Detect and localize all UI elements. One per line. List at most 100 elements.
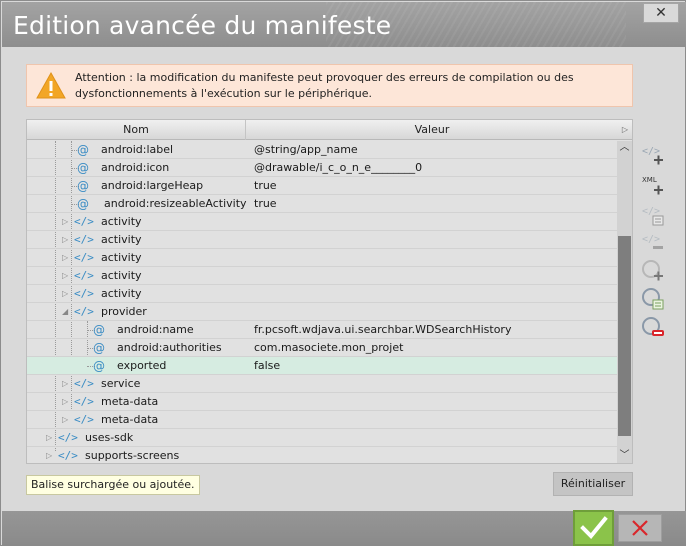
tag-icon: </> — [74, 251, 94, 264]
tag-icon: </> — [74, 269, 94, 282]
expand-icon[interactable]: ▷ — [46, 429, 52, 447]
title-bar[interactable]: Edition avancée du manifeste — [2, 2, 686, 47]
row-name: android:name — [117, 323, 194, 336]
tree-row[interactable]: ▷ </> meta-data — [27, 411, 617, 429]
cancel-x-icon — [632, 520, 648, 536]
ok-button[interactable] — [573, 510, 614, 546]
row-name: activity — [101, 287, 142, 300]
svg-text:</>: </> — [642, 234, 660, 245]
tree-row[interactable]: ▷ </> activity — [27, 231, 617, 249]
scrollbar-thumb[interactable] — [618, 236, 631, 436]
row-value: fr.pcsoft.wdjava.ui.searchbar.WDSearchHi… — [254, 323, 512, 336]
tag-icon: </> — [74, 287, 94, 300]
expand-icon[interactable]: ▷ — [62, 393, 68, 411]
add-tag-icon: </> — [642, 146, 663, 165]
row-value: @string/app_name — [254, 143, 358, 156]
attribute-icon: @ — [77, 161, 89, 175]
row-value: true — [254, 197, 277, 210]
attribute-icon: @ — [93, 323, 105, 337]
add-attribute-button[interactable] — [641, 259, 665, 283]
attribute-icon: @ — [93, 341, 105, 355]
svg-text:</>: </> — [642, 146, 660, 157]
edit-attribute-button[interactable] — [641, 287, 665, 311]
remove-tag-button[interactable]: </> — [641, 231, 665, 255]
expand-icon[interactable]: ▷ — [62, 213, 68, 231]
tag-icon: </> — [58, 431, 78, 444]
tree-header: Nom Valeur ▷ — [27, 120, 632, 140]
remove-tag-icon: </> — [642, 234, 663, 249]
tree-row[interactable]: @ android:largeHeap true — [27, 177, 617, 195]
tree-rows: @ android:label @string/app_name @ andro… — [27, 141, 617, 463]
column-header-name[interactable]: Nom — [27, 120, 246, 140]
tree-row[interactable]: ▷ </> uses-sdk — [27, 429, 617, 447]
row-name: android:icon — [101, 161, 170, 174]
tree-row[interactable]: ▷ </> activity — [27, 285, 617, 303]
manifest-tree[interactable]: Nom Valeur ▷ @ android:label @string/app… — [26, 119, 633, 464]
row-name: android:largeHeap — [101, 179, 204, 192]
legend-tooltip: Balise surchargée ou ajoutée. — [26, 475, 200, 495]
reset-button[interactable]: Réinitialiser — [553, 472, 633, 496]
warning-text: Attention : la modification du manifeste… — [75, 71, 574, 100]
row-name: activity — [101, 251, 142, 264]
close-button[interactable]: ✕ — [643, 3, 679, 23]
add-tag-button[interactable]: </> — [641, 143, 665, 167]
attribute-icon: @ — [77, 179, 89, 193]
tree-row[interactable]: @ android:icon @drawable/i_c_o_n_e______… — [27, 159, 617, 177]
tree-row[interactable]: @ android:resizeableActivity true — [27, 195, 617, 213]
expand-icon[interactable]: ▷ — [62, 411, 68, 429]
tree-row[interactable]: @ android:label @string/app_name — [27, 141, 617, 159]
svg-text:</>: </> — [642, 206, 660, 217]
row-value: @drawable/i_c_o_n_e________0 — [254, 161, 423, 174]
row-name: meta-data — [101, 395, 159, 408]
manifest-editor-window: Edition avancée du manifeste ✕ Attention… — [0, 0, 686, 546]
expand-icon[interactable]: ▷ — [62, 267, 68, 285]
xml-label: XML — [642, 176, 657, 184]
tree-row[interactable]: @ android:name fr.pcsoft.wdjava.ui.searc… — [27, 321, 617, 339]
expand-icon[interactable]: ▷ — [62, 231, 68, 249]
edit-tag-icon: </> — [642, 206, 664, 226]
row-value: true — [254, 179, 277, 192]
add-xml-button[interactable]: XML — [641, 173, 665, 197]
tree-row[interactable]: ▷ </> meta-data — [27, 393, 617, 411]
scroll-up-icon[interactable]: ︿ — [617, 141, 632, 155]
tree-row[interactable]: ▷ </> service — [27, 375, 617, 393]
row-name: activity — [101, 269, 142, 282]
header-scroll-right-icon[interactable]: ▷ — [618, 120, 632, 140]
remove-attribute-icon — [642, 317, 664, 336]
tree-row[interactable]: ▷ </> activity — [27, 267, 617, 285]
remove-attribute-button[interactable] — [641, 316, 665, 340]
cancel-button[interactable] — [618, 514, 662, 542]
tree-row-selected[interactable]: @ exported false — [27, 357, 617, 375]
row-name: meta-data — [101, 413, 159, 426]
row-name: service — [101, 377, 141, 390]
collapse-icon[interactable]: ◢ — [62, 303, 68, 321]
edit-tag-button[interactable]: </> — [641, 203, 665, 227]
checkmark-icon — [579, 516, 608, 539]
row-value: com.masociete.mon_projet — [254, 341, 404, 354]
scroll-down-icon[interactable]: ﹀ — [617, 449, 632, 463]
row-value: false — [254, 359, 281, 372]
tag-icon: </> — [58, 449, 78, 462]
tag-icon: </> — [74, 233, 94, 246]
expand-icon[interactable]: ▷ — [46, 447, 52, 463]
close-icon: ✕ — [655, 5, 667, 21]
warning-banner: Attention : la modification du manifeste… — [26, 64, 633, 107]
tree-row[interactable]: ◢ </> provider — [27, 303, 617, 321]
row-name: supports-screens — [85, 449, 180, 462]
tag-icon: </> — [74, 377, 94, 390]
expand-icon[interactable]: ▷ — [62, 249, 68, 267]
tree-row[interactable]: ▷ </> supports-screens — [27, 447, 617, 463]
tag-icon: </> — [74, 305, 94, 318]
expand-icon[interactable]: ▷ — [62, 285, 68, 303]
tree-row[interactable]: @ android:authorities com.masociete.mon_… — [27, 339, 617, 357]
warning-triangle-icon — [36, 72, 66, 99]
attribute-icon: @ — [77, 197, 89, 211]
row-name: android:label — [101, 143, 174, 156]
vertical-scrollbar[interactable]: ︿ ﹀ — [617, 141, 632, 463]
expand-icon[interactable]: ▷ — [62, 375, 68, 393]
tree-row[interactable]: ▷ </> activity — [27, 249, 617, 267]
tree-row[interactable]: ▷ </> activity — [27, 213, 617, 231]
edit-attribute-icon — [642, 288, 664, 310]
row-name: android:authorities — [117, 341, 222, 354]
column-header-value[interactable]: Valeur — [246, 120, 618, 140]
